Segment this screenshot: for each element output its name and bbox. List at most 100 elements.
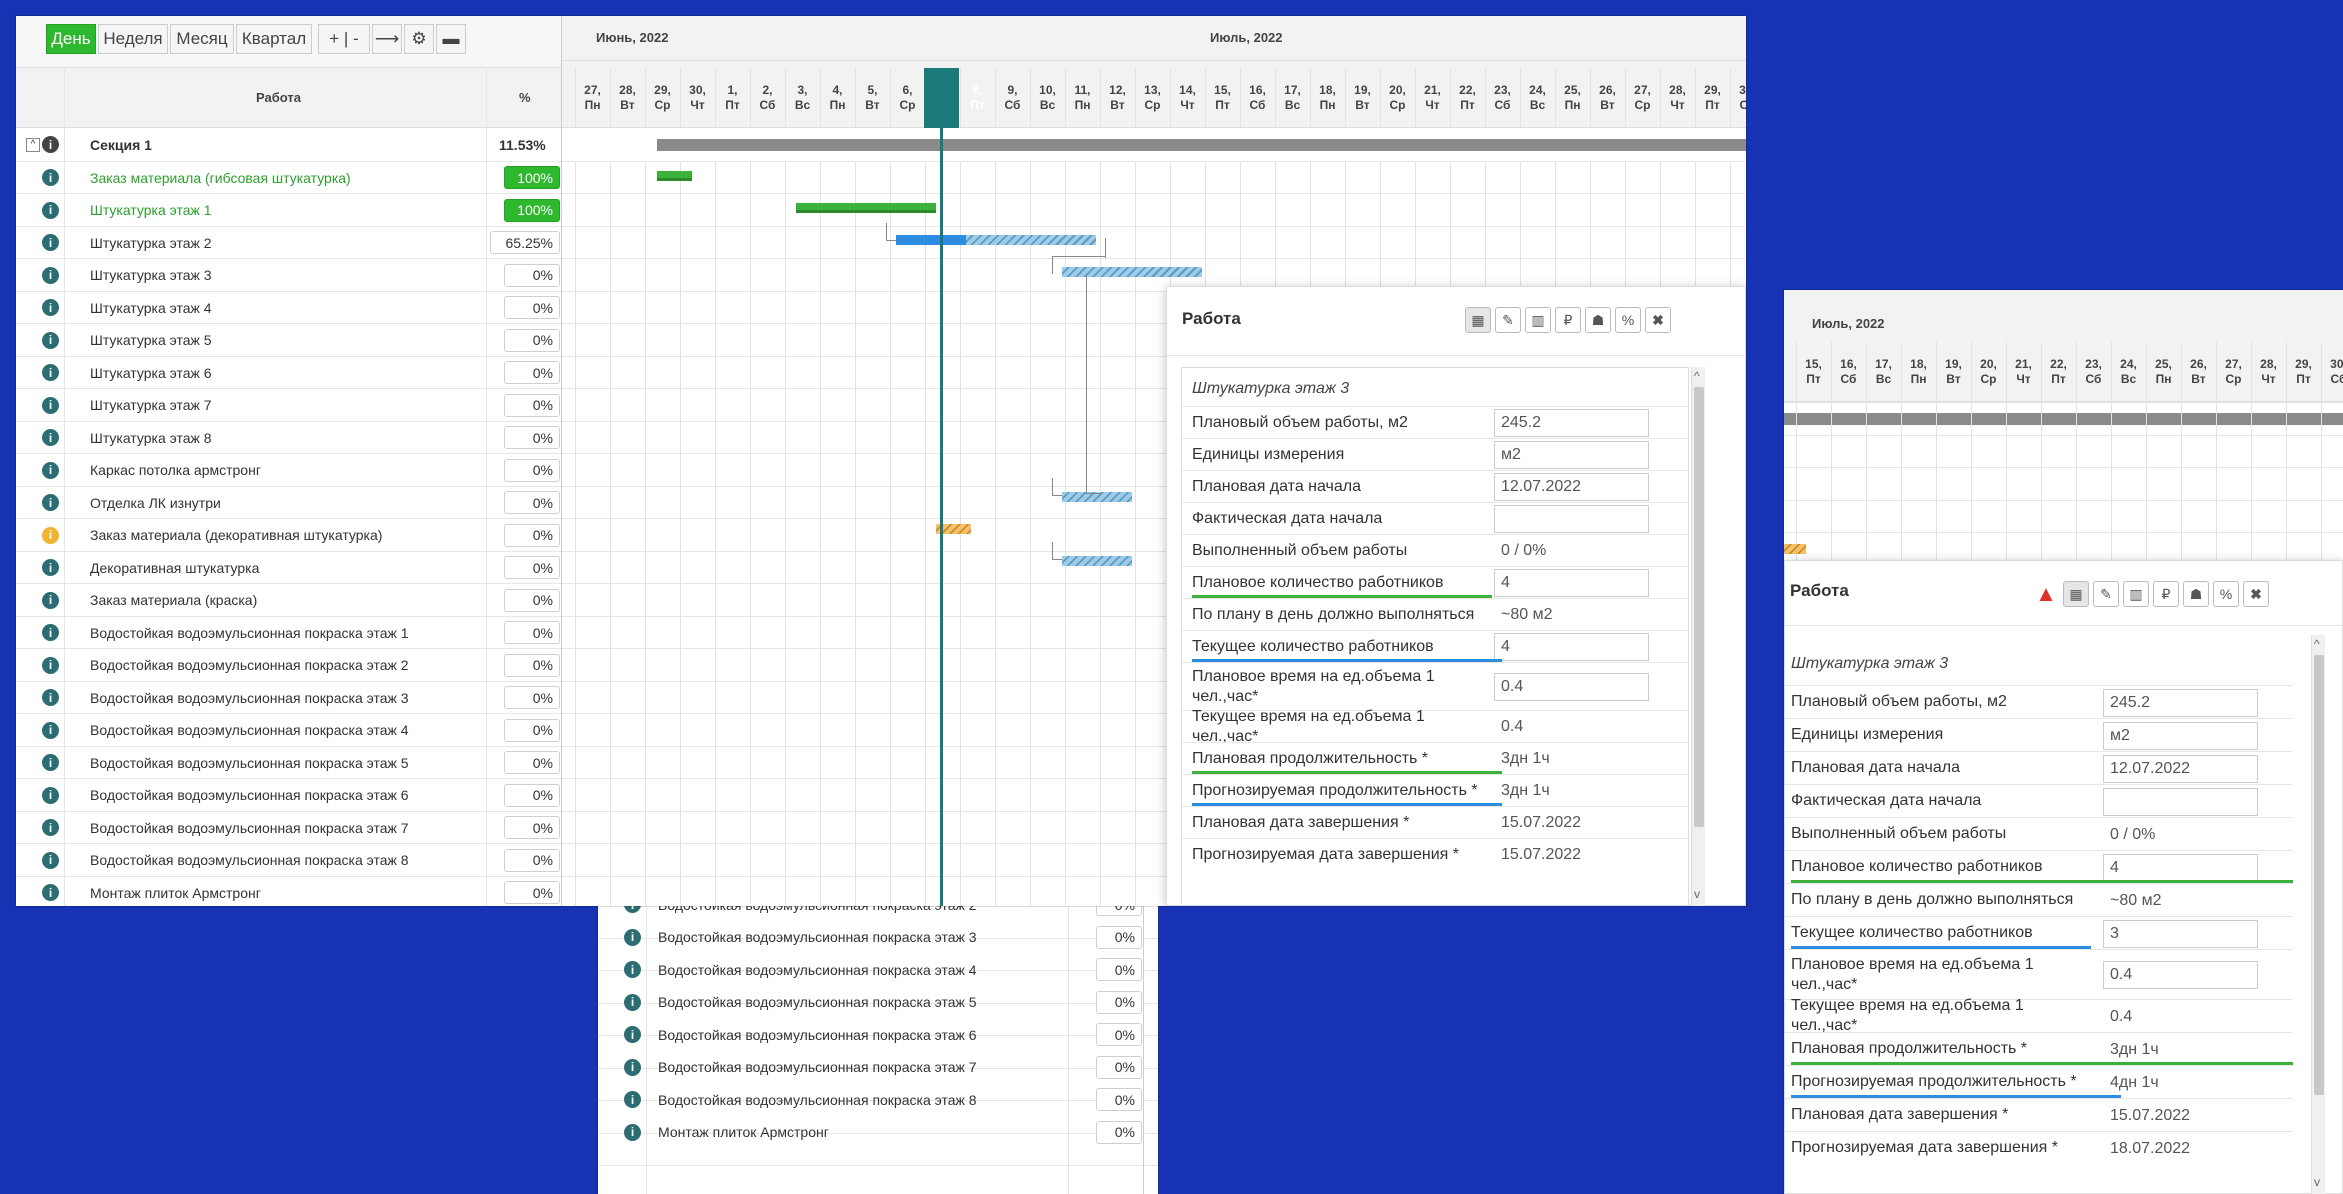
briefcase-icon[interactable]: ▬ [436, 24, 466, 54]
table-row[interactable]: i Штукатурка этаж 4 0% [16, 291, 561, 324]
info-icon[interactable]: i [42, 136, 59, 153]
edit-icon[interactable]: ✎ [1495, 307, 1521, 333]
info-icon[interactable]: i [624, 1091, 641, 1108]
info-icon[interactable]: i [42, 331, 59, 349]
edit-icon[interactable]: ✎ [2093, 581, 2119, 607]
ruble-icon[interactable]: ₽ [2153, 581, 2179, 607]
table-row[interactable]: i Водостойкая водоэмульсионная покраска э… [16, 681, 561, 714]
table-row[interactable]: i Водостойкая водоэмульсионная покраска э… [598, 921, 1143, 954]
table-row[interactable]: i Водостойкая водоэмульсионная покраска э… [16, 714, 561, 747]
day-button[interactable]: День [46, 24, 96, 54]
info-icon[interactable]: i [42, 234, 59, 251]
detail-value[interactable]: 0.4 [2103, 961, 2258, 989]
calendar-icon[interactable]: ▦ [2063, 581, 2089, 607]
ruble-icon[interactable]: ₽ [1555, 307, 1581, 333]
table-row[interactable]: i Штукатурка этаж 5 0% [16, 324, 561, 357]
week-button[interactable]: Неделя [98, 24, 168, 54]
detail-value[interactable]: 4 [1494, 569, 1649, 597]
info-icon[interactable]: i [42, 754, 59, 771]
calendar-icon[interactable]: ▦ [1465, 307, 1491, 333]
table-row[interactable]: i Отделка ЛК изнутри 0% [16, 486, 561, 519]
info-icon[interactable]: i [42, 364, 59, 381]
table-row[interactable]: i Штукатурка этаж 8 0% [16, 421, 561, 454]
task-bar[interactable] [896, 235, 966, 245]
table-row[interactable]: i Заказ материала (гибсовая штукатурка) 10… [16, 161, 561, 194]
info-icon[interactable]: i [624, 1058, 641, 1076]
table-row[interactable]: i Водостойкая водоэмульсионная покраска э… [16, 746, 561, 779]
info-icon[interactable]: i [42, 721, 59, 739]
info-icon[interactable]: i [42, 201, 59, 219]
task-bar[interactable] [1062, 556, 1132, 566]
chart-icon[interactable]: ▥ [1525, 307, 1551, 333]
table-row[interactable]: i Водостойкая водоэмульсионная покраска э… [598, 1051, 1143, 1084]
table-row[interactable]: i Водостойкая водоэмульсионная покраска э… [598, 953, 1143, 986]
info-icon[interactable]: i [624, 928, 641, 946]
info-icon[interactable]: i [624, 993, 641, 1011]
detail-value[interactable]: м2 [2103, 721, 2258, 750]
detail-value[interactable]: 3 [2103, 919, 2258, 948]
close-icon[interactable]: ✖ [2243, 581, 2269, 607]
detail-value[interactable]: 245.2 [1494, 409, 1649, 437]
detail-value[interactable] [1494, 505, 1649, 533]
collapse-toggle[interactable]: ^ [26, 137, 40, 152]
arrow-right-icon[interactable]: ⟶ [372, 24, 402, 54]
info-icon[interactable]: i [42, 786, 59, 804]
table-row[interactable]: i Штукатурка этаж 2 65.25% [16, 226, 561, 259]
table-row[interactable]: i Штукатурка этаж 6 0% [16, 356, 561, 389]
people-icon[interactable]: ☗ [1585, 307, 1611, 333]
task-bar[interactable] [966, 235, 1096, 245]
detail-value[interactable]: 0.4 [1494, 673, 1649, 701]
scroll-down-icon[interactable]: v [2314, 1175, 2320, 1189]
info-icon[interactable]: i [624, 1123, 641, 1141]
info-icon[interactable]: i [42, 591, 59, 609]
info-icon[interactable]: i [42, 559, 59, 576]
info-icon[interactable]: i [42, 851, 59, 869]
scroll-thumb[interactable] [2314, 655, 2324, 1095]
scroll-up-icon[interactable]: ^ [2314, 637, 2320, 651]
table-row[interactable]: i Монтаж плиток Армстронг 0% [598, 1116, 1143, 1149]
table-row[interactable]: i Заказ материала (декоративная штукатурк… [16, 519, 561, 552]
table-row[interactable]: i Водостойкая водоэмульсионная покраска э… [16, 649, 561, 682]
link-icon[interactable]: % [1615, 307, 1641, 333]
table-row[interactable]: i Водостойкая водоэмульсионная покраска э… [598, 986, 1143, 1019]
table-row[interactable]: i Декоративная штукатурка 0% [16, 551, 561, 584]
detail-value[interactable]: 4 [1494, 633, 1649, 661]
info-icon[interactable]: i [42, 819, 59, 836]
table-row[interactable]: i Штукатурка этаж 7 0% [16, 389, 561, 422]
info-icon[interactable]: i [42, 526, 59, 544]
detail-value[interactable] [2103, 787, 2258, 816]
info-icon[interactable]: i [42, 494, 59, 511]
table-row[interactable]: i Водостойкая водоэмульсионная покраска э… [16, 811, 561, 844]
col-work-header[interactable]: Работа [256, 90, 301, 105]
scroll-thumb[interactable] [1694, 387, 1704, 827]
info-icon[interactable]: i [42, 884, 59, 901]
info-icon[interactable]: i [42, 429, 59, 446]
info-icon[interactable]: i [42, 689, 59, 706]
expand-collapse-button[interactable]: + | - [318, 24, 370, 54]
info-icon[interactable]: i [624, 961, 641, 978]
detail-value[interactable]: 12.07.2022 [2103, 754, 2258, 783]
table-row[interactable]: i Водостойкая водоэмульсионная покраска э… [16, 844, 561, 877]
table-row[interactable]: i Штукатурка этаж 3 0% [16, 259, 561, 292]
info-icon[interactable]: i [42, 169, 59, 186]
panel-scrollbar[interactable]: ^ v [2311, 635, 2325, 1194]
warning-icon[interactable]: ▲ [2033, 581, 2059, 607]
task-bar[interactable] [1784, 544, 1806, 554]
month-button[interactable]: Месяц [170, 24, 234, 54]
scroll-down-icon[interactable]: v [1694, 887, 1700, 901]
quarter-button[interactable]: Квартал [236, 24, 312, 54]
task-bar[interactable] [657, 171, 692, 181]
info-icon[interactable]: i [42, 396, 59, 414]
info-icon[interactable]: i [42, 624, 59, 641]
detail-value[interactable]: 245.2 [2103, 688, 2258, 717]
table-row[interactable]: i Водостойкая водоэмульсионная покраска э… [16, 616, 561, 649]
table-row[interactable]: i Водостойкая водоэмульсионная покраска э… [598, 1018, 1143, 1051]
table-row[interactable]: i Каркас потолка армстронг 0% [16, 454, 561, 487]
link-icon[interactable]: % [2213, 581, 2239, 607]
task-bar[interactable] [796, 203, 936, 213]
people-icon[interactable]: ☗ [2183, 581, 2209, 607]
table-row[interactable]: i Водостойкая водоэмульсионная покраска э… [598, 1083, 1143, 1116]
info-icon[interactable]: i [42, 299, 59, 316]
panel-scrollbar[interactable]: ^ v [1691, 367, 1705, 906]
info-icon[interactable]: i [42, 461, 59, 479]
